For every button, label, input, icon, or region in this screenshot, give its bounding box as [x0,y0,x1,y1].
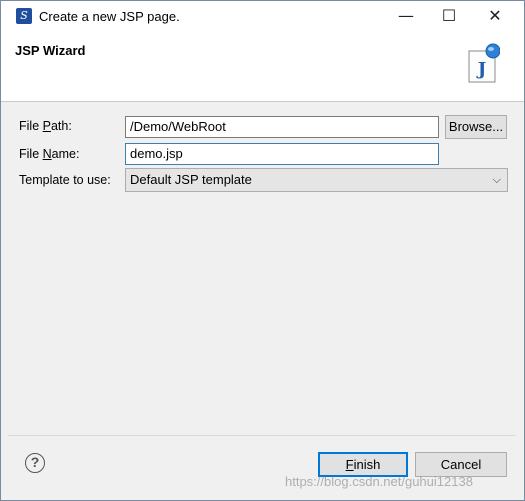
jsp-wizard-icon: J [468,43,500,83]
wizard-title: JSP Wizard [15,43,86,58]
file-name-label: File Name: [19,147,80,161]
template-label: Template to use: [19,173,111,187]
maximize-button[interactable]: ☐ [426,1,472,31]
template-select[interactable]: Default JSP template ⌵ [125,168,508,192]
file-path-label: File Path: [19,119,72,133]
template-selected-value: Default JSP template [130,172,252,187]
wizard-header: JSP Wizard J [1,31,524,102]
browse-button[interactable]: Browse... [445,115,507,139]
minimize-button[interactable]: — [383,1,429,31]
title-bar: S Create a new JSP page. — ☐ ✕ [1,1,524,31]
icon-letter: J [476,59,487,80]
file-name-input[interactable]: demo.jsp [125,143,439,165]
window-title: Create a new JSP page. [39,9,180,24]
watermark-text: https://blog.csdn.net/guhui12138 [285,474,473,489]
chevron-down-icon: ⌵ [492,174,501,186]
jsp-wizard-dialog: S Create a new JSP page. — ☐ ✕ JSP Wizar… [0,0,525,501]
footer-separator [8,435,516,436]
eclipse-app-icon: S [16,8,32,24]
help-icon[interactable]: ? [25,453,45,473]
close-button[interactable]: ✕ [472,1,518,31]
file-path-input[interactable]: /Demo/WebRoot [125,116,439,138]
